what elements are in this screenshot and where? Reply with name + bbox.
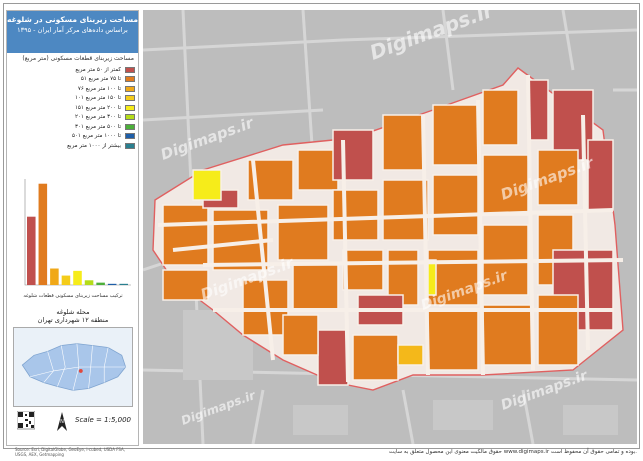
chart-bar-7 [107, 283, 117, 285]
legend-label: ۵۰۱ تا ۱۰۰۰ متر مربع [72, 133, 121, 140]
parcel-block[interactable] [397, 344, 424, 366]
legend-item: ۵۱ تا ۷۵ متر مربع [11, 75, 135, 85]
parcel-block[interactable] [332, 129, 374, 181]
parcel-block[interactable] [432, 104, 479, 166]
legend-label: ۳۰۱ تا ۵۰۰ متر مربع [74, 123, 121, 130]
legend-swatch [125, 85, 135, 92]
area-bar-chart [24, 179, 131, 286]
parcel-block[interactable] [192, 169, 222, 201]
parcel-block[interactable] [352, 334, 399, 381]
copyright-footer: حقوق مالکیت معنوی این محصول متعلق به سای… [388, 449, 637, 455]
legend-item: کمتر از ۵۰ متر مربع [11, 65, 135, 75]
legend-item: ۱۵۱ تا ۲۰۰ متر مربع [11, 103, 135, 113]
parcel-block[interactable] [382, 114, 424, 171]
legend-label: ۵۱ تا ۷۵ متر مربع [80, 76, 121, 83]
chart-bar-3 [61, 275, 71, 285]
parcel-block[interactable] [527, 79, 549, 141]
parcel-block[interactable] [432, 174, 479, 236]
tehran-locator-map [13, 327, 133, 407]
legend-item: ۷۶ تا ۱۰۰ متر مربع [11, 84, 135, 94]
chart-bar-1 [38, 183, 48, 285]
chart-caption: ترکیب مساحت زیربنای مسکونی قطعات شلوغه [23, 293, 123, 299]
legend-heading: مساحت زیربنای قطعات مسکونی (متر مربع) [22, 55, 134, 62]
legend-label: ۲۰۱ تا ۳۰۰ متر مربع [74, 114, 121, 121]
map-title-box: مساحت زیربنای مسکونی در شلوغه براساس داد… [7, 11, 138, 53]
main-map[interactable]: Digimaps.ir Digimaps.ir Digimaps.ir Digimap… [143, 10, 637, 444]
district-name: منطقه ۱۲ شهرداری تهران [37, 316, 109, 324]
chart-bar-0 [27, 216, 36, 285]
legend-label: ۷۶ تا ۱۰۰ متر مربع [77, 85, 121, 92]
legend-item: ۲۰۱ تا ۳۰۰ متر مربع [11, 113, 135, 123]
map-scale: Scale = 1:5,000 [75, 416, 131, 424]
chart-bar-5 [84, 280, 94, 285]
neighborhood-info: محله شلوغه منطقه ۱۲ شهرداری تهران [11, 308, 135, 324]
legend-swatch [125, 104, 135, 111]
legend-swatch [125, 95, 135, 102]
chart-bar-2 [50, 268, 59, 285]
qr-code-icon [17, 411, 35, 430]
legend-item: ۱۰۱ تا ۱۵۰ متر مربع [11, 94, 135, 104]
parcel-block[interactable] [482, 89, 519, 146]
legend-item: بیشتر از ۱۰۰۰ متر مربع [11, 141, 135, 151]
legend-label: کمتر از ۵۰ متر مربع [75, 66, 121, 73]
parcel-block[interactable] [427, 309, 479, 371]
map-canvas: Digimaps.irDigimaps.irDigimaps.irDigimap… [143, 10, 637, 444]
legend-swatch [125, 66, 135, 73]
parcel-block[interactable] [282, 314, 319, 356]
parcel-block[interactable] [277, 204, 329, 261]
location-marker [78, 368, 83, 373]
neighborhood-name: محله شلوغه [56, 308, 90, 316]
legend-swatch [125, 142, 135, 149]
chart-bar-6 [96, 282, 105, 285]
legend-swatch [125, 133, 135, 140]
side-panel: مساحت زیربنای مسکونی در شلوغه براساس داد… [6, 10, 139, 457]
map-subtitle: براساس داده‌های مرکز آمار ایران - ۱۳۹۵ [17, 26, 128, 34]
svg-text:N: N [60, 419, 64, 425]
legend-label: ۱۵۱ تا ۲۰۰ متر مربع [74, 104, 121, 111]
legend-label: بیشتر از ۱۰۰۰ متر مربع [67, 142, 121, 149]
parcel-block[interactable] [537, 294, 579, 366]
parcel-block[interactable] [162, 204, 209, 266]
legend-swatch [125, 76, 135, 83]
parcel-block[interactable] [292, 264, 339, 311]
parcel-block[interactable] [297, 149, 339, 191]
parcel-block[interactable] [332, 189, 379, 241]
map-title: مساحت زیربنای مسکونی در شلوغه [7, 15, 138, 24]
parcel-block[interactable] [427, 259, 437, 296]
north-arrow-icon: N [57, 412, 67, 431]
parcel-block[interactable] [342, 249, 384, 291]
parcel-block[interactable] [587, 139, 614, 211]
parcel-block[interactable] [482, 304, 534, 366]
legend-swatch [125, 114, 135, 121]
legend: کمتر از ۵۰ متر مربع ۵۱ تا ۷۵ متر مربع ۷۶ ت… [11, 65, 135, 151]
legend-label: ۱۰۱ تا ۱۵۰ متر مربع [74, 95, 121, 102]
legend-swatch [125, 123, 135, 130]
chart-bar-4 [73, 270, 82, 285]
parcel-block[interactable] [382, 179, 429, 241]
data-credits: Source: Esri, DigitalGlobe, GeoEye, i-cu… [15, 447, 126, 457]
parcel-block[interactable] [317, 329, 349, 386]
legend-item: ۳۰۱ تا ۵۰۰ متر مربع [11, 122, 135, 132]
legend-item: ۵۰۱ تا ۱۰۰۰ متر مربع [11, 132, 135, 142]
chart-bar-8 [119, 283, 128, 285]
